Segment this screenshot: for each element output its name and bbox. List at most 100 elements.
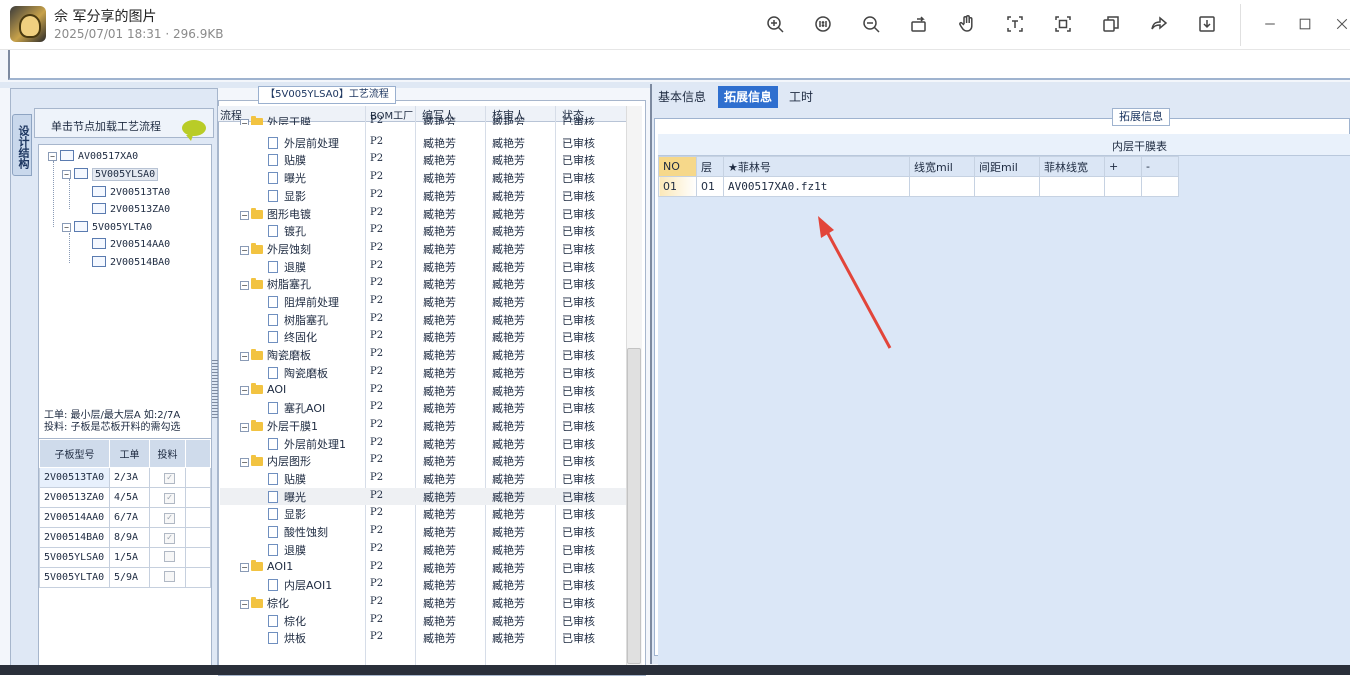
col-header[interactable]: - xyxy=(1141,156,1179,177)
process-row[interactable]: − 陶瓷磨板 P2 臧艳芳 臧艳芳 已审核 xyxy=(220,346,626,364)
process-row[interactable]: 贴膜 P2 臧艳芳 臧艳芳 已审核 xyxy=(220,151,626,169)
process-row[interactable]: 树脂塞孔 P2 臧艳芳 臧艳芳 已审核 xyxy=(220,311,626,329)
process-row[interactable]: 酸性蚀刻 P2 臧艳芳 臧艳芳 已审核 xyxy=(220,523,626,541)
scrollbar-thumb[interactable] xyxy=(627,348,641,664)
tree-node[interactable]: 2V00514AA0 xyxy=(92,238,170,250)
tree-node[interactable]: −5V005YLSA0 xyxy=(62,168,159,181)
tree-node[interactable]: 2V00513TA0 xyxy=(92,186,170,198)
collapse-toggle[interactable]: − xyxy=(240,458,249,468)
zoom-out-icon[interactable] xyxy=(859,12,883,36)
collapse-toggle[interactable]: − xyxy=(240,352,249,362)
process-row[interactable]: − 棕化 P2 臧艳芳 臧艳芳 已审核 xyxy=(220,594,626,612)
col-header[interactable]: + xyxy=(1104,156,1142,177)
collapse-toggle[interactable]: − xyxy=(240,422,249,432)
feed-checkbox[interactable]: ✓ xyxy=(149,487,186,508)
process-row[interactable]: − 外层蚀刻 P2 臧艳芳 臧艳芳 已审核 xyxy=(220,240,626,258)
feed-checkbox[interactable]: ✓ xyxy=(149,527,186,548)
tree-node[interactable]: 2V00513ZA0 xyxy=(92,203,170,215)
process-row[interactable]: 退膜 P2 臧艳芳 臧艳芳 已审核 xyxy=(220,541,626,559)
col-header[interactable]: 投料 xyxy=(149,439,186,468)
process-row[interactable]: 显影 P2 臧艳芳 臧艳芳 已审核 xyxy=(220,505,626,523)
tab-work-hours[interactable]: 工时 xyxy=(783,86,819,108)
process-row[interactable]: 曝光 P2 臧艳芳 臧艳芳 已审核 xyxy=(220,487,626,506)
rotate-icon[interactable] xyxy=(907,12,931,36)
collapse-toggle[interactable]: − xyxy=(240,245,249,255)
table-row[interactable]: 2V00514AA0 6/7A ✓ xyxy=(39,507,211,528)
tree-node[interactable]: −5V005YLTA0 xyxy=(62,221,152,233)
col-header[interactable]: 间距mil xyxy=(974,156,1040,177)
hand-icon[interactable] xyxy=(955,12,979,36)
process-row[interactable]: 贴膜 P2 臧艳芳 臧艳芳 已审核 xyxy=(220,470,626,488)
process-row[interactable]: 镀孔 P2 臧艳芳 臧艳芳 已审核 xyxy=(220,222,626,240)
cell[interactable] xyxy=(909,176,975,197)
ocr-icon[interactable] xyxy=(1003,12,1027,36)
col-header[interactable]: 线宽mil xyxy=(909,156,975,177)
col-header[interactable]: NO xyxy=(658,156,697,177)
process-row[interactable]: 烘板 P2 臧艳芳 臧艳芳 已审核 xyxy=(220,629,626,647)
process-row[interactable]: 外层前处理 P2 臧艳芳 臧艳芳 已审核 xyxy=(220,134,626,152)
process-row[interactable]: − 图形电镀 P2 臧艳芳 臧艳芳 已审核 xyxy=(220,205,626,223)
process-row[interactable]: 塞孔AOI P2 臧艳芳 臧艳芳 已审核 xyxy=(220,399,626,417)
collapse-toggle[interactable]: − xyxy=(240,385,249,395)
cell[interactable] xyxy=(1104,176,1142,197)
col-header[interactable]: 工单 xyxy=(109,439,150,468)
col-header[interactable]: 层 xyxy=(696,156,724,177)
feed-checkbox[interactable]: ✓ xyxy=(149,467,186,488)
maximize-icon[interactable] xyxy=(1293,12,1317,36)
feed-checkbox[interactable]: ✓ xyxy=(149,507,186,528)
table-row[interactable]: 2V00513ZA0 4/5A ✓ xyxy=(39,487,211,508)
collapse-toggle[interactable]: − xyxy=(240,599,249,609)
process-row[interactable]: 显影 P2 臧艳芳 臧艳芳 已审核 xyxy=(220,187,626,205)
cell[interactable] xyxy=(1141,176,1179,197)
col-header[interactable]: 子板型号 xyxy=(39,439,110,468)
collapse-toggle[interactable]: − xyxy=(240,562,249,572)
table-row[interactable]: 5V005YLSA0 1/5A xyxy=(39,547,211,568)
table-row[interactable]: 2V00514BA0 8/9A ✓ xyxy=(39,527,211,548)
download-icon[interactable] xyxy=(1195,12,1219,36)
table-row[interactable]: 01 01 AV00517XA0.fz1t xyxy=(658,176,1179,197)
collapse-toggle[interactable]: − xyxy=(240,119,249,125)
process-row[interactable]: 棕化 P2 臧艳芳 臧艳芳 已审核 xyxy=(220,612,626,630)
feed-checkbox[interactable] xyxy=(149,567,186,588)
process-row[interactable]: 外层前处理1 P2 臧艳芳 臧艳芳 已审核 xyxy=(220,435,626,453)
share-icon[interactable] xyxy=(1147,12,1171,36)
film-number-cell[interactable]: AV00517XA0.fz1t xyxy=(723,176,910,197)
close-icon[interactable] xyxy=(1330,12,1350,36)
process-row[interactable]: 退膜 P2 臧艳芳 臧艳芳 已审核 xyxy=(220,258,626,276)
col-header[interactable]: ★菲林号 xyxy=(723,156,910,177)
process-row[interactable]: − 外层干膜1 P2 臧艳芳 臧艳芳 已审核 xyxy=(220,417,626,435)
cell[interactable] xyxy=(1039,176,1105,197)
collapse-toggle[interactable]: − xyxy=(240,281,249,291)
feed-checkbox[interactable] xyxy=(149,547,186,568)
chat-bubble-icon[interactable] xyxy=(182,120,206,141)
process-row[interactable]: − AOI P2 臧艳芳 臧艳芳 已审核 xyxy=(220,382,626,400)
status-cell: 已审核 xyxy=(562,154,595,168)
process-row[interactable]: 阻焊前处理 P2 臧艳芳 臧艳芳 已审核 xyxy=(220,293,626,311)
folder-icon xyxy=(251,242,263,254)
tab-design-structure[interactable]: 设计结构 xyxy=(12,114,32,176)
screenshot-icon[interactable] xyxy=(1051,12,1075,36)
process-row[interactable]: − AOI1 P2 臧艳芳 臧艳芳 已审核 xyxy=(220,559,626,577)
tree-node[interactable]: 2V00514BA0 xyxy=(92,256,170,268)
tab-basic-info[interactable]: 基本信息 xyxy=(652,86,712,108)
process-row[interactable]: 终固化 P2 臧艳芳 臧艳芳 已审核 xyxy=(220,328,626,346)
tab-extended-info[interactable]: 拓展信息 xyxy=(718,86,779,108)
zoom-in-icon[interactable] xyxy=(763,12,787,36)
tree-node-root[interactable]: − AV00517XA0 xyxy=(48,150,138,162)
process-row[interactable]: 陶瓷磨板 P2 臧艳芳 臧艳芳 已审核 xyxy=(220,364,626,382)
process-row[interactable]: 内层AOI1 P2 臧艳芳 臧艳芳 已审核 xyxy=(220,576,626,594)
process-row[interactable]: 曝光 P2 臧艳芳 臧艳芳 已审核 xyxy=(220,169,626,187)
process-row[interactable]: − 树脂塞孔 P2 臧艳芳 臧艳芳 已审核 xyxy=(220,275,626,293)
process-row[interactable]: − 内层图形 P2 臧艳芳 臧艳芳 已审核 xyxy=(220,452,626,470)
reviewer-cell: 臧艳芳 xyxy=(492,172,525,186)
col-header[interactable]: 菲林线宽 xyxy=(1039,156,1105,177)
table-row[interactable]: 2V00513TA0 2/3A ✓ xyxy=(39,467,211,488)
table-row[interactable]: 5V005YLTA0 5/9A xyxy=(39,567,211,588)
actual-size-icon[interactable] xyxy=(811,12,835,36)
cell[interactable] xyxy=(974,176,1040,197)
minimize-icon[interactable] xyxy=(1258,12,1282,36)
process-label: 棕化 xyxy=(284,614,306,628)
copy-icon[interactable] xyxy=(1099,12,1123,36)
process-row[interactable]: − 外层干膜 P2 臧艳芳 臧艳芳 已审核 xyxy=(220,113,626,125)
collapse-toggle[interactable]: − xyxy=(240,210,249,220)
